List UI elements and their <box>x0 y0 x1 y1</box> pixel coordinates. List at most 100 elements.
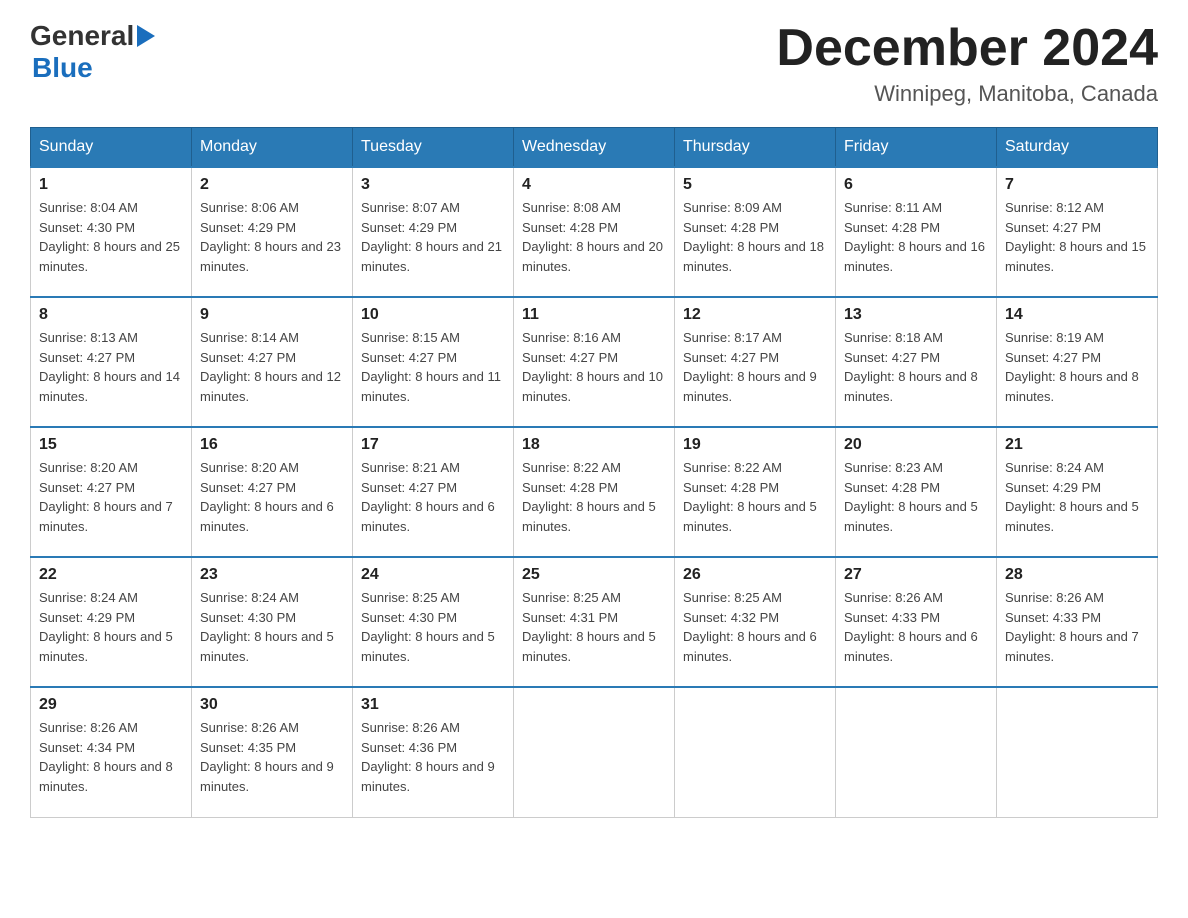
day-info: Sunrise: 8:09 AMSunset: 4:28 PMDaylight:… <box>683 200 824 274</box>
calendar-cell: 31 Sunrise: 8:26 AMSunset: 4:36 PMDaylig… <box>353 687 514 817</box>
calendar-cell: 19 Sunrise: 8:22 AMSunset: 4:28 PMDaylig… <box>675 427 836 557</box>
weekday-header-thursday: Thursday <box>675 128 836 168</box>
logo-triangle-icon <box>137 25 155 47</box>
page-header: General Blue December 2024 Winnipeg, Man… <box>30 20 1158 107</box>
day-number: 12 <box>683 306 827 324</box>
calendar-cell: 28 Sunrise: 8:26 AMSunset: 4:33 PMDaylig… <box>997 557 1158 687</box>
day-info: Sunrise: 8:26 AMSunset: 4:34 PMDaylight:… <box>39 720 173 794</box>
calendar-cell: 1 Sunrise: 8:04 AMSunset: 4:30 PMDayligh… <box>31 167 192 297</box>
day-info: Sunrise: 8:11 AMSunset: 4:28 PMDaylight:… <box>844 200 985 274</box>
day-number: 29 <box>39 696 183 714</box>
day-info: Sunrise: 8:26 AMSunset: 4:36 PMDaylight:… <box>361 720 495 794</box>
day-info: Sunrise: 8:15 AMSunset: 4:27 PMDaylight:… <box>361 330 501 404</box>
day-info: Sunrise: 8:07 AMSunset: 4:29 PMDaylight:… <box>361 200 502 274</box>
calendar-cell: 26 Sunrise: 8:25 AMSunset: 4:32 PMDaylig… <box>675 557 836 687</box>
day-number: 17 <box>361 436 505 454</box>
day-number: 19 <box>683 436 827 454</box>
day-info: Sunrise: 8:24 AMSunset: 4:29 PMDaylight:… <box>1005 460 1139 534</box>
day-number: 13 <box>844 306 988 324</box>
calendar-week-row: 1 Sunrise: 8:04 AMSunset: 4:30 PMDayligh… <box>31 167 1158 297</box>
day-info: Sunrise: 8:21 AMSunset: 4:27 PMDaylight:… <box>361 460 495 534</box>
day-info: Sunrise: 8:22 AMSunset: 4:28 PMDaylight:… <box>522 460 656 534</box>
calendar-cell <box>675 687 836 817</box>
calendar-cell: 12 Sunrise: 8:17 AMSunset: 4:27 PMDaylig… <box>675 297 836 427</box>
calendar-cell: 16 Sunrise: 8:20 AMSunset: 4:27 PMDaylig… <box>192 427 353 557</box>
logo: General Blue <box>30 20 155 84</box>
calendar-cell: 2 Sunrise: 8:06 AMSunset: 4:29 PMDayligh… <box>192 167 353 297</box>
calendar-cell: 4 Sunrise: 8:08 AMSunset: 4:28 PMDayligh… <box>514 167 675 297</box>
calendar-cell: 11 Sunrise: 8:16 AMSunset: 4:27 PMDaylig… <box>514 297 675 427</box>
calendar-cell: 7 Sunrise: 8:12 AMSunset: 4:27 PMDayligh… <box>997 167 1158 297</box>
day-number: 2 <box>200 176 344 194</box>
calendar-week-row: 15 Sunrise: 8:20 AMSunset: 4:27 PMDaylig… <box>31 427 1158 557</box>
day-number: 27 <box>844 566 988 584</box>
day-number: 31 <box>361 696 505 714</box>
day-info: Sunrise: 8:04 AMSunset: 4:30 PMDaylight:… <box>39 200 180 274</box>
calendar-cell: 29 Sunrise: 8:26 AMSunset: 4:34 PMDaylig… <box>31 687 192 817</box>
day-info: Sunrise: 8:08 AMSunset: 4:28 PMDaylight:… <box>522 200 663 274</box>
day-info: Sunrise: 8:23 AMSunset: 4:28 PMDaylight:… <box>844 460 978 534</box>
calendar-cell: 20 Sunrise: 8:23 AMSunset: 4:28 PMDaylig… <box>836 427 997 557</box>
day-info: Sunrise: 8:20 AMSunset: 4:27 PMDaylight:… <box>200 460 334 534</box>
calendar-cell: 18 Sunrise: 8:22 AMSunset: 4:28 PMDaylig… <box>514 427 675 557</box>
calendar-cell <box>836 687 997 817</box>
calendar-cell <box>997 687 1158 817</box>
day-number: 4 <box>522 176 666 194</box>
day-info: Sunrise: 8:18 AMSunset: 4:27 PMDaylight:… <box>844 330 978 404</box>
weekday-header-sunday: Sunday <box>31 128 192 168</box>
day-number: 16 <box>200 436 344 454</box>
day-number: 25 <box>522 566 666 584</box>
logo-text-general: General <box>30 20 134 52</box>
weekday-header-friday: Friday <box>836 128 997 168</box>
day-info: Sunrise: 8:06 AMSunset: 4:29 PMDaylight:… <box>200 200 341 274</box>
day-number: 30 <box>200 696 344 714</box>
day-number: 5 <box>683 176 827 194</box>
day-number: 18 <box>522 436 666 454</box>
day-number: 8 <box>39 306 183 324</box>
day-number: 6 <box>844 176 988 194</box>
calendar-cell: 22 Sunrise: 8:24 AMSunset: 4:29 PMDaylig… <box>31 557 192 687</box>
calendar-cell: 5 Sunrise: 8:09 AMSunset: 4:28 PMDayligh… <box>675 167 836 297</box>
calendar-cell <box>514 687 675 817</box>
logo-text-blue: Blue <box>32 52 93 84</box>
calendar-cell: 9 Sunrise: 8:14 AMSunset: 4:27 PMDayligh… <box>192 297 353 427</box>
day-number: 3 <box>361 176 505 194</box>
day-info: Sunrise: 8:19 AMSunset: 4:27 PMDaylight:… <box>1005 330 1139 404</box>
calendar-cell: 8 Sunrise: 8:13 AMSunset: 4:27 PMDayligh… <box>31 297 192 427</box>
day-number: 24 <box>361 566 505 584</box>
calendar-title: December 2024 <box>776 20 1158 77</box>
day-number: 14 <box>1005 306 1149 324</box>
day-info: Sunrise: 8:22 AMSunset: 4:28 PMDaylight:… <box>683 460 817 534</box>
calendar-cell: 30 Sunrise: 8:26 AMSunset: 4:35 PMDaylig… <box>192 687 353 817</box>
day-info: Sunrise: 8:24 AMSunset: 4:29 PMDaylight:… <box>39 590 173 664</box>
day-info: Sunrise: 8:25 AMSunset: 4:30 PMDaylight:… <box>361 590 495 664</box>
day-number: 23 <box>200 566 344 584</box>
day-number: 10 <box>361 306 505 324</box>
calendar-cell: 23 Sunrise: 8:24 AMSunset: 4:30 PMDaylig… <box>192 557 353 687</box>
calendar-cell: 24 Sunrise: 8:25 AMSunset: 4:30 PMDaylig… <box>353 557 514 687</box>
day-number: 28 <box>1005 566 1149 584</box>
day-info: Sunrise: 8:13 AMSunset: 4:27 PMDaylight:… <box>39 330 180 404</box>
calendar-cell: 15 Sunrise: 8:20 AMSunset: 4:27 PMDaylig… <box>31 427 192 557</box>
calendar-cell: 17 Sunrise: 8:21 AMSunset: 4:27 PMDaylig… <box>353 427 514 557</box>
weekday-header-tuesday: Tuesday <box>353 128 514 168</box>
calendar-week-row: 22 Sunrise: 8:24 AMSunset: 4:29 PMDaylig… <box>31 557 1158 687</box>
calendar-cell: 3 Sunrise: 8:07 AMSunset: 4:29 PMDayligh… <box>353 167 514 297</box>
calendar-subtitle: Winnipeg, Manitoba, Canada <box>776 81 1158 107</box>
title-section: December 2024 Winnipeg, Manitoba, Canada <box>776 20 1158 107</box>
day-info: Sunrise: 8:12 AMSunset: 4:27 PMDaylight:… <box>1005 200 1146 274</box>
weekday-header-saturday: Saturday <box>997 128 1158 168</box>
day-info: Sunrise: 8:16 AMSunset: 4:27 PMDaylight:… <box>522 330 663 404</box>
day-number: 20 <box>844 436 988 454</box>
calendar-week-row: 29 Sunrise: 8:26 AMSunset: 4:34 PMDaylig… <box>31 687 1158 817</box>
day-number: 11 <box>522 306 666 324</box>
day-number: 22 <box>39 566 183 584</box>
day-number: 1 <box>39 176 183 194</box>
calendar-cell: 27 Sunrise: 8:26 AMSunset: 4:33 PMDaylig… <box>836 557 997 687</box>
calendar-cell: 13 Sunrise: 8:18 AMSunset: 4:27 PMDaylig… <box>836 297 997 427</box>
day-info: Sunrise: 8:20 AMSunset: 4:27 PMDaylight:… <box>39 460 173 534</box>
day-info: Sunrise: 8:26 AMSunset: 4:33 PMDaylight:… <box>1005 590 1139 664</box>
day-number: 9 <box>200 306 344 324</box>
calendar-cell: 25 Sunrise: 8:25 AMSunset: 4:31 PMDaylig… <box>514 557 675 687</box>
calendar-week-row: 8 Sunrise: 8:13 AMSunset: 4:27 PMDayligh… <box>31 297 1158 427</box>
